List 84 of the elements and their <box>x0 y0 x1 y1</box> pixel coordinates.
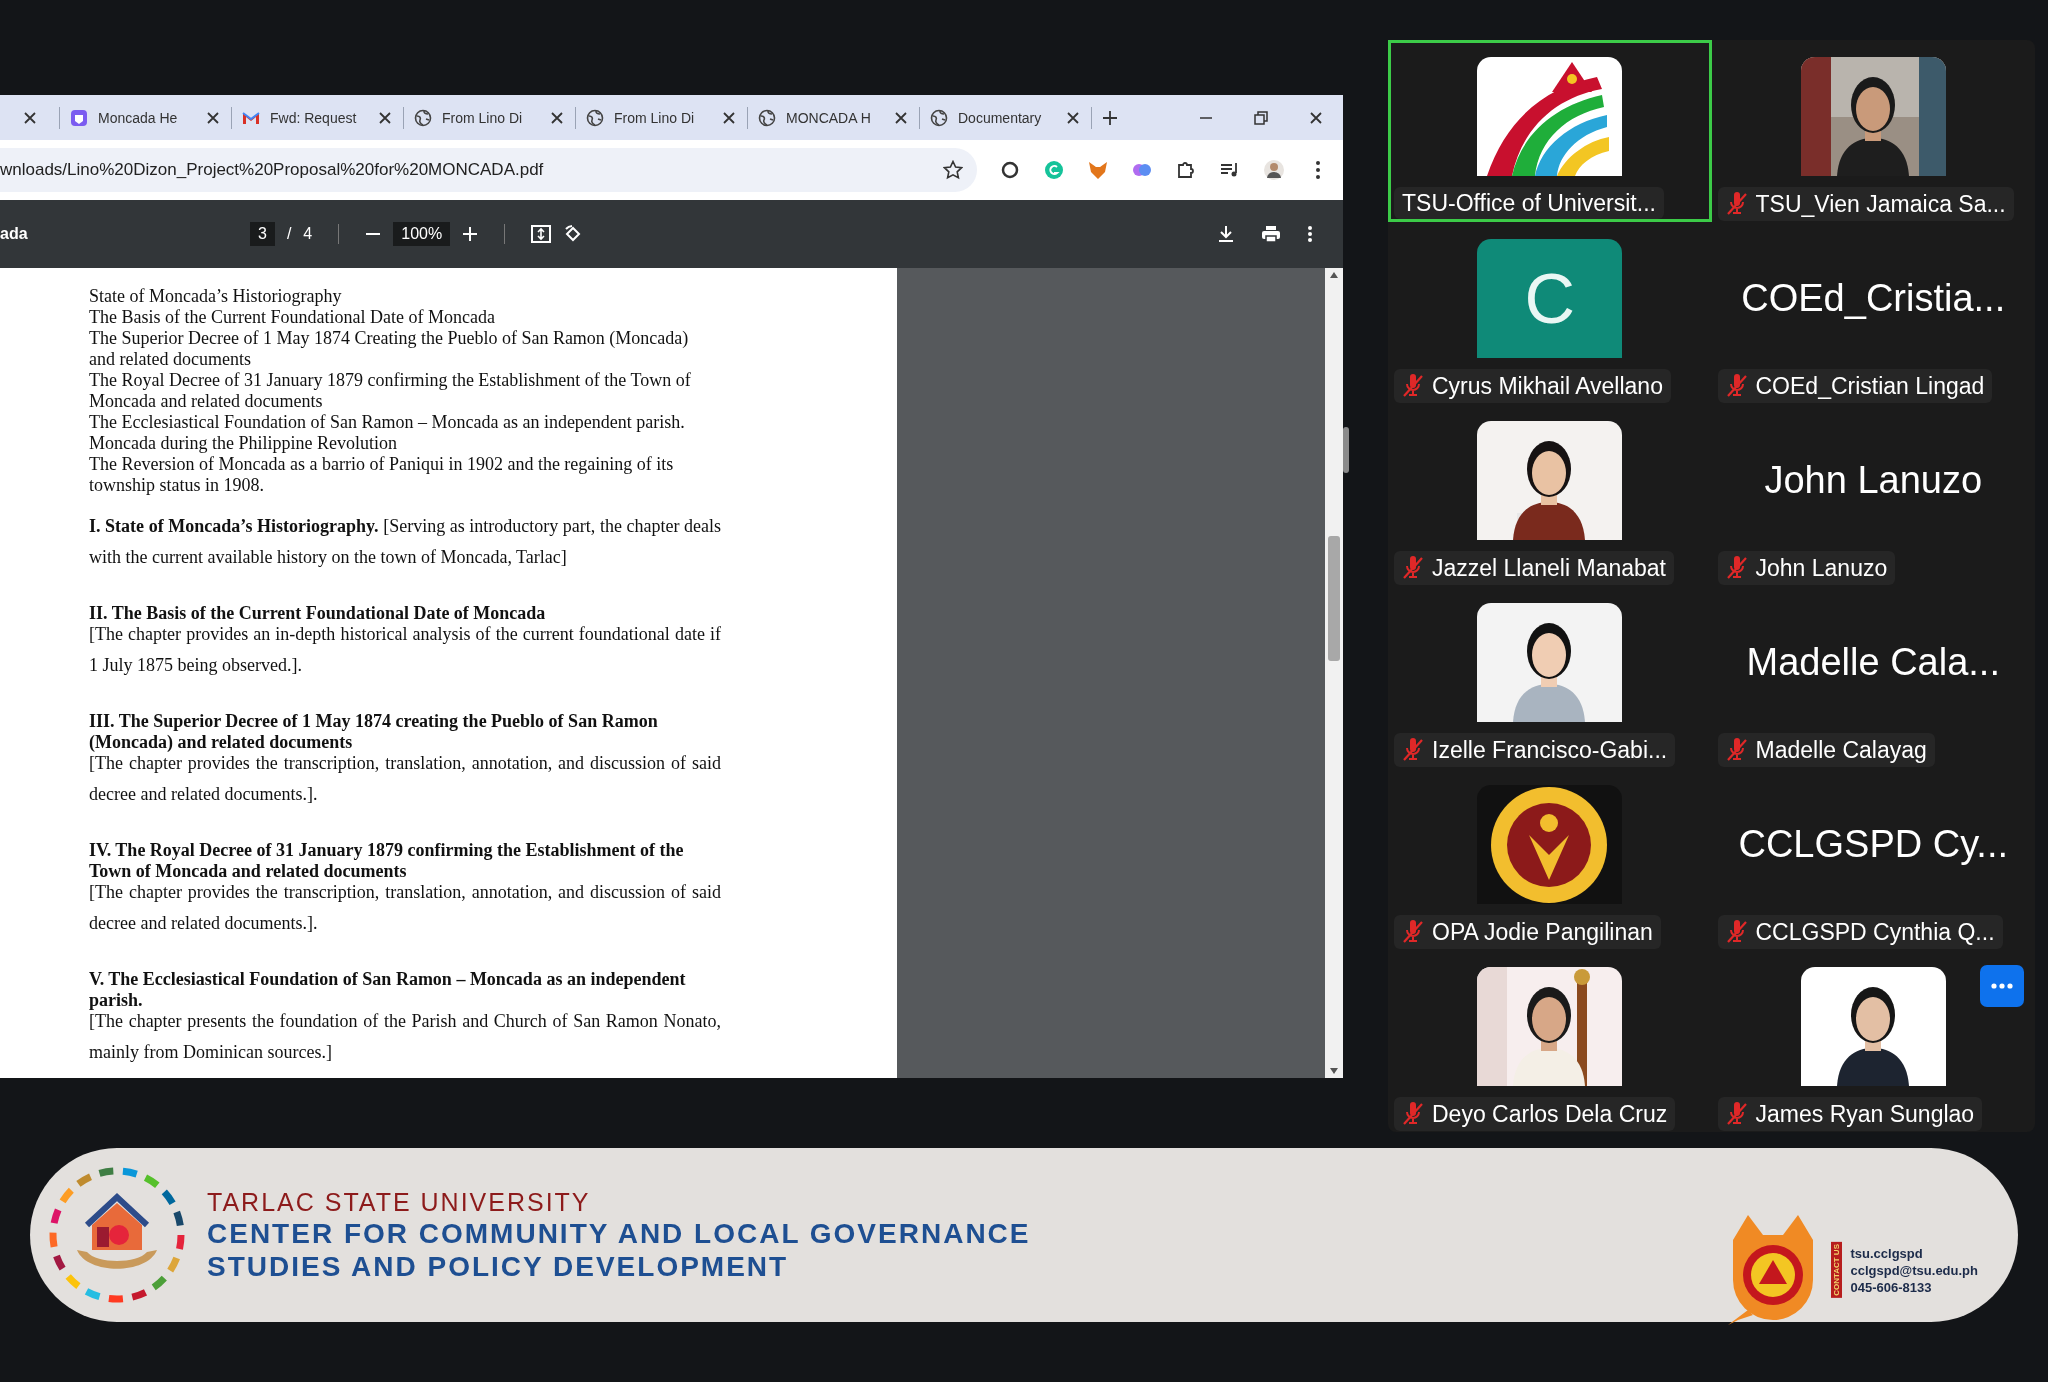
close-icon[interactable] <box>721 109 737 126</box>
browser-tab[interactable]: Documentary <box>920 106 1092 129</box>
section-heading: V. The Ecclesiastical Foundation of San Ramon – Moncada as an independent parish. <box>89 969 687 1011</box>
contact-text: 045-606-8133 <box>1850 1278 1933 1296</box>
fit-page-icon[interactable] <box>531 224 552 244</box>
contents-entry: The Ecclesiastical Foundation of San Ramon – Moncada as an independent parish. <box>89 412 686 433</box>
contact-text: cclgspd@tsu.edu.ph <box>1850 1261 1978 1279</box>
participant-name: CCLGSPD Cynthia Q... <box>1755 918 1995 946</box>
splitter-handle[interactable] <box>1342 427 1349 473</box>
more-button[interactable] <box>1980 965 2024 1007</box>
contents-entry: The Basis of the Current Foundational Date of Moncada <box>89 307 496 328</box>
participant-name: COEd_Cristian Lingad <box>1755 372 1985 400</box>
puzzle-icon[interactable] <box>1175 159 1197 181</box>
participant-name: TSU-Office of Universit... <box>1402 189 1656 217</box>
participant-name: John Lanuzo <box>1764 458 1983 503</box>
participant-name: Deyo Carlos Dela Cruz <box>1432 1100 1668 1128</box>
section-paragraph: [The chapter presents the foundation of the Parish and Church of San Ramon Nonato, mainly from Dominican sources.] <box>89 1010 721 1064</box>
print-icon[interactable] <box>1261 225 1281 243</box>
contents-entry: State of Moncada’s Historiography <box>89 286 343 307</box>
document-title: ada <box>0 225 29 243</box>
contents-entry: The Superior Decree of 1 May 1874 Creating the Pueblo of San Ramon (Moncada) and related documents <box>89 328 690 370</box>
participant-name: Madelle Cala... <box>1746 640 2000 685</box>
participant-name: COEd_Cristia... <box>1741 276 2006 321</box>
center-name: CENTER FOR COMMUNITY AND LOCAL GOVERNANCE <box>207 1216 1031 1250</box>
contact-text: tsu.cclgspd <box>1850 1244 1924 1262</box>
ring-icon[interactable] <box>999 159 1021 181</box>
participant-name: Izelle Francisco-Gabi... <box>1432 736 1668 764</box>
close-icon[interactable] <box>21 109 38 126</box>
new-tab-icon[interactable] <box>1102 109 1118 126</box>
page-field[interactable]: 3 <box>250 222 275 246</box>
scroll-down-icon[interactable] <box>1330 1068 1338 1074</box>
more-icon <box>1991 983 2013 989</box>
contents-entry: The Royal Decree of 31 January 1879 confirming the Establishment of the Town of Moncada and related documents <box>89 370 692 412</box>
section-paragraph: [The chapter provides an in-depth historical analysis of the current foundational date if 1 July 1875 being observed.]. <box>89 623 721 677</box>
close-icon[interactable] <box>549 109 565 126</box>
scroll-thumb[interactable] <box>1328 535 1340 661</box>
contents-entry: The Reversion of Moncada as a barrio of Paniqui in 1902 and the regaining of its township status in 1908. <box>89 454 675 496</box>
center-name: STUDIES AND POLICY DEVELOPMENT <box>207 1249 790 1283</box>
restore-icon[interactable] <box>1252 109 1269 126</box>
participant-name: OPA Jodie Pangilinan <box>1432 918 1653 946</box>
scroll-up-icon[interactable] <box>1330 272 1338 278</box>
page-separator: / <box>286 225 292 243</box>
close-icon[interactable] <box>1065 109 1081 126</box>
fox-icon[interactable] <box>1087 159 1109 181</box>
close-icon[interactable] <box>1307 109 1324 126</box>
participant-name: James Ryan Sunglao <box>1755 1100 1975 1128</box>
participant-name: Madelle Calayag <box>1755 736 1927 764</box>
star-icon[interactable] <box>943 160 963 180</box>
address-bar[interactable]: wnloads/Lino%20Dizon_Project%20Proposal%20for%20MONCADA.pdf <box>0 148 977 192</box>
section-heading: II. The Basis of the Current Foundational Date of Moncada <box>89 603 547 624</box>
browser-tab[interactable]: From Lino Di <box>404 106 576 129</box>
page-count: 4 <box>303 225 313 243</box>
contents-entry: Moncada during the Philippine Revolution <box>89 433 398 454</box>
browser-tab[interactable]: Fwd: Request <box>232 106 404 129</box>
section-heading: III. The Superior Decree of 1 May 1874 creating the Pueblo of San Ramon (Moncada) and related documents <box>89 711 659 753</box>
participant-name: CCLGSPD Cy... <box>1738 822 2009 867</box>
globe-icon <box>758 108 776 127</box>
contact-tag: CONTACT US <box>1831 1242 1843 1298</box>
globe-icon <box>586 108 604 127</box>
section-paragraph: I. State of Moncada’s Historiography. [Serving as introductory part, the chapter deals with the current available history on the town of Moncada, Tarlac] <box>89 515 721 569</box>
globe-icon <box>930 108 948 127</box>
app-icon <box>70 108 88 127</box>
participant-name: John Lanuzo <box>1755 554 1888 582</box>
browser-tab[interactable]: MONCADA H <box>748 106 920 129</box>
participant-name: Cyrus Mikhail Avellano <box>1432 372 1663 400</box>
section-paragraph: [The chapter provides the transcription, translation, annotation, and discussion of said decree and related documents.]. <box>89 752 721 806</box>
zoom-field[interactable]: 100% <box>393 222 451 246</box>
avatar: C <box>1477 239 1623 358</box>
avatar-icon[interactable] <box>1263 159 1285 181</box>
close-icon[interactable] <box>377 109 393 126</box>
section-paragraph: [The chapter provides the transcription, translation, annotation, and discussion of said decree and related documents.]. <box>89 881 721 935</box>
more-icon[interactable] <box>1307 225 1313 243</box>
participant-name: Jazzel Llaneli Manabat <box>1432 554 1666 582</box>
browser-tab[interactable]: From Lino Di <box>576 106 748 129</box>
scrollbar[interactable] <box>1325 268 1343 1078</box>
globe-icon <box>414 108 432 127</box>
university-name: TARLAC STATE UNIVERSITY <box>207 1187 592 1217</box>
close-icon[interactable] <box>893 109 909 126</box>
participant-name: TSU_Vien Jamaica Sa... <box>1755 190 2006 218</box>
zoom-in-icon[interactable] <box>462 226 479 242</box>
download-icon[interactable] <box>1217 225 1235 243</box>
section-heading: IV. The Royal Decree of 31 January 1879 confirming the Establishment of the Town of Moncada and related documents <box>89 840 685 882</box>
close-icon[interactable] <box>205 109 221 126</box>
browser-tab[interactable]: Moncada He <box>60 106 232 129</box>
